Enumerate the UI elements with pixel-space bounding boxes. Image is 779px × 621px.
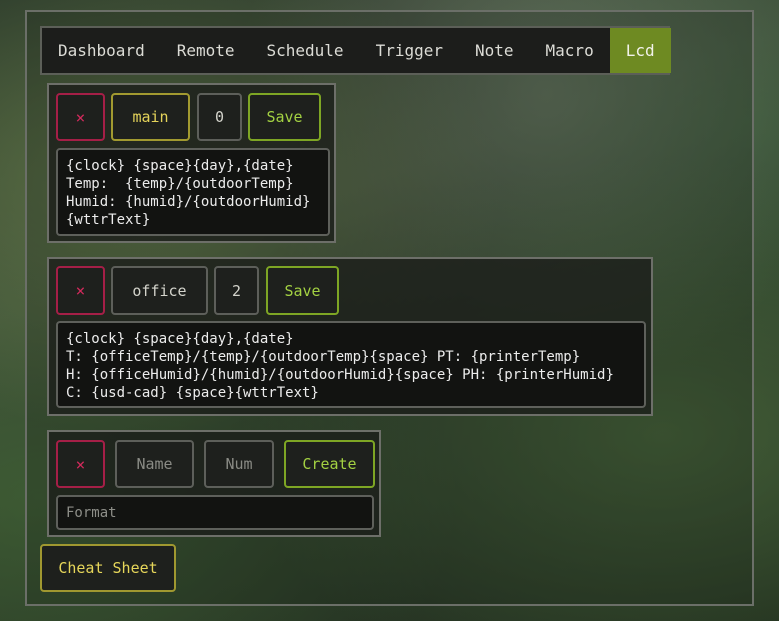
tab-dashboard[interactable]: Dashboard <box>42 28 161 73</box>
lcd-screen-card: × main 0 Save {clock} {space}{day},{date… <box>47 83 336 243</box>
lcd-screen-card: × office 2 Save {clock} {space}{day},{da… <box>47 257 653 416</box>
screen-num-field[interactable]: 0 <box>197 93 242 141</box>
screen-num-field[interactable]: 2 <box>214 266 259 315</box>
clear-new-button[interactable]: × <box>56 440 105 488</box>
save-button[interactable]: Save <box>248 93 321 141</box>
new-screen-card: × Name Num Create Format <box>47 430 381 537</box>
format-textarea[interactable]: {clock} {space}{day},{date} T: {officeTe… <box>56 321 646 408</box>
screen-name-field[interactable]: main <box>111 93 190 141</box>
screen-name-field[interactable]: office <box>111 266 208 315</box>
new-name-input[interactable]: Name <box>115 440 194 488</box>
tab-remote[interactable]: Remote <box>161 28 251 73</box>
tab-macro[interactable]: Macro <box>530 28 610 73</box>
tab-note[interactable]: Note <box>459 28 530 73</box>
new-num-input[interactable]: Num <box>204 440 274 488</box>
tab-schedule[interactable]: Schedule <box>251 28 360 73</box>
format-textarea[interactable]: {clock} {space}{day},{date} Temp: {temp}… <box>56 148 330 236</box>
save-button[interactable]: Save <box>266 266 339 315</box>
tab-trigger[interactable]: Trigger <box>360 28 459 73</box>
new-format-input[interactable]: Format <box>56 495 374 530</box>
create-button[interactable]: Create <box>284 440 375 488</box>
delete-screen-button[interactable]: × <box>56 266 105 315</box>
delete-screen-button[interactable]: × <box>56 93 105 141</box>
cheat-sheet-button[interactable]: Cheat Sheet <box>40 544 176 592</box>
tab-lcd[interactable]: Lcd <box>609 28 671 73</box>
top-nav: Dashboard Remote Schedule Trigger Note M… <box>40 26 671 75</box>
